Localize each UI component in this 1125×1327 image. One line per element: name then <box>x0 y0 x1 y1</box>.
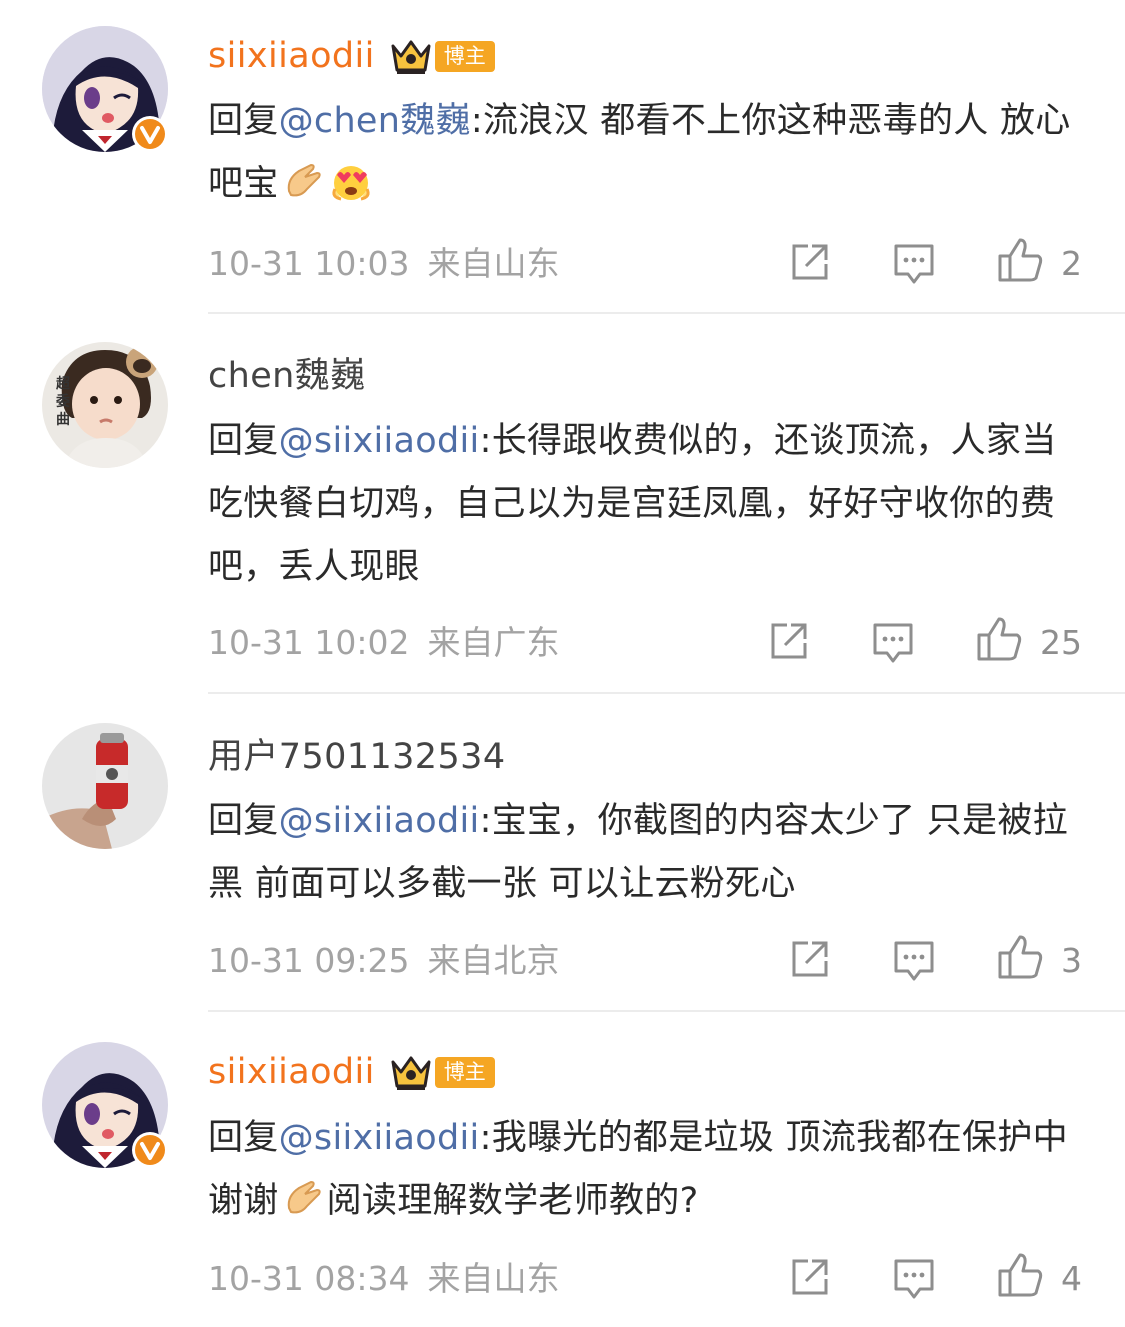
username[interactable]: siixiiaodii <box>208 36 375 76</box>
location: 来自广东 <box>427 623 560 662</box>
timestamp: 10-31 08:34 <box>208 1259 410 1298</box>
blogger-tag: 博主 <box>434 40 495 72</box>
divider <box>208 312 1125 314</box>
comment-text: 回复@chen魏巍:流浪汉 都看不上你这种恶毒的人 放心吧宝 <box>208 101 1071 204</box>
comment-item: siixiiaodii 博主 回复@chen魏巍:流浪汉 都看不上你这种恶毒的人… <box>0 26 1125 316</box>
clasped-hands-emoji <box>281 159 325 203</box>
comment-feed: siixiiaodii 博主 回复@chen魏巍:流浪汉 都看不上你这种恶毒的人… <box>0 0 1125 1327</box>
divider <box>208 692 1125 694</box>
comment-item: siixiiaodii 博主 回复@siixiiaodii:我曝光的都是垃圾 顶… <box>0 1042 1125 1327</box>
heart-eyes-emoji <box>329 159 373 203</box>
comment-text: 回复@siixiiaodii:我曝光的都是垃圾 顶流我都在保护中 谢谢 阅读理解数… <box>208 1118 1068 1221</box>
like-icon[interactable] <box>996 236 1044 284</box>
svg-text:曲: 曲 <box>56 411 70 428</box>
location: 来自山东 <box>427 244 560 283</box>
comment-meta: 10-31 10:02 来自广东 <box>208 621 559 665</box>
avatar[interactable] <box>42 723 168 849</box>
like-count: 25 <box>1040 623 1082 662</box>
share-icon[interactable] <box>788 240 832 288</box>
location: 来自山东 <box>427 1259 560 1298</box>
username[interactable]: siixiiaodii <box>208 1052 375 1092</box>
comment-header: chen魏巍 <box>208 342 366 402</box>
username[interactable]: 用户7501132534 <box>208 728 505 779</box>
location: 来自北京 <box>427 941 560 980</box>
username[interactable]: chen魏巍 <box>208 347 366 398</box>
verified-icon <box>131 115 169 153</box>
share-icon[interactable] <box>788 937 832 985</box>
avatar[interactable]: 超 委 曲 <box>42 342 168 468</box>
svg-text:超: 超 <box>55 375 71 392</box>
comment-item: 超 委 曲 chen魏巍 回复@siixiiaodii:长得跟收费似的，还谈顶流… <box>0 342 1125 692</box>
comment-icon[interactable] <box>892 937 936 985</box>
comment-header: 用户7501132534 <box>208 723 505 783</box>
comment-header: siixiiaodii 博主 <box>208 1042 495 1102</box>
verified-icon <box>131 1131 169 1169</box>
comment-meta: 10-31 10:03 来自山东 <box>208 242 559 286</box>
comment-meta: 10-31 09:25 来自北京 <box>208 939 559 983</box>
timestamp: 10-31 10:03 <box>208 244 410 283</box>
like-icon[interactable] <box>996 933 1044 981</box>
timestamp: 10-31 09:25 <box>208 941 410 980</box>
comment-text: 回复@siixiiaodii:长得跟收费似的，还谈顶流，人家当吃快餐白切鸡，自己… <box>208 421 1057 587</box>
like-count: 2 <box>1061 244 1082 283</box>
like-icon[interactable] <box>996 1251 1044 1299</box>
crown-icon <box>389 1052 433 1092</box>
like-count: 4 <box>1061 1259 1082 1298</box>
like-icon[interactable] <box>975 615 1023 663</box>
mention-link[interactable]: @chen魏巍 <box>279 101 471 141</box>
like-count: 3 <box>1061 941 1082 980</box>
comment-header: siixiiaodii 博主 <box>208 26 495 86</box>
comment-text: 回复@siixiiaodii:宝宝，你截图的内容太少了 只是被拉黑 前面可以多截… <box>208 801 1068 904</box>
mention-link[interactable]: @siixiiaodii <box>279 1118 480 1158</box>
divider <box>208 1010 1125 1012</box>
comment-icon[interactable] <box>892 1255 936 1303</box>
comment-item: 用户7501132534 回复@siixiiaodii:宝宝，你截图的内容太少了… <box>0 723 1125 1013</box>
svg-text:委: 委 <box>55 393 70 410</box>
clasped-hands-emoji <box>281 1176 325 1220</box>
mention-link[interactable]: @siixiiaodii <box>279 801 480 841</box>
share-icon[interactable] <box>767 619 811 667</box>
mention-link[interactable]: @siixiiaodii <box>279 421 480 461</box>
comment-icon[interactable] <box>892 240 936 288</box>
share-icon[interactable] <box>788 1255 832 1303</box>
blogger-tag: 博主 <box>434 1056 495 1088</box>
comment-icon[interactable] <box>871 619 915 667</box>
comment-meta: 10-31 08:34 来自山东 <box>208 1257 559 1301</box>
crown-icon <box>389 36 433 76</box>
timestamp: 10-31 10:02 <box>208 623 410 662</box>
